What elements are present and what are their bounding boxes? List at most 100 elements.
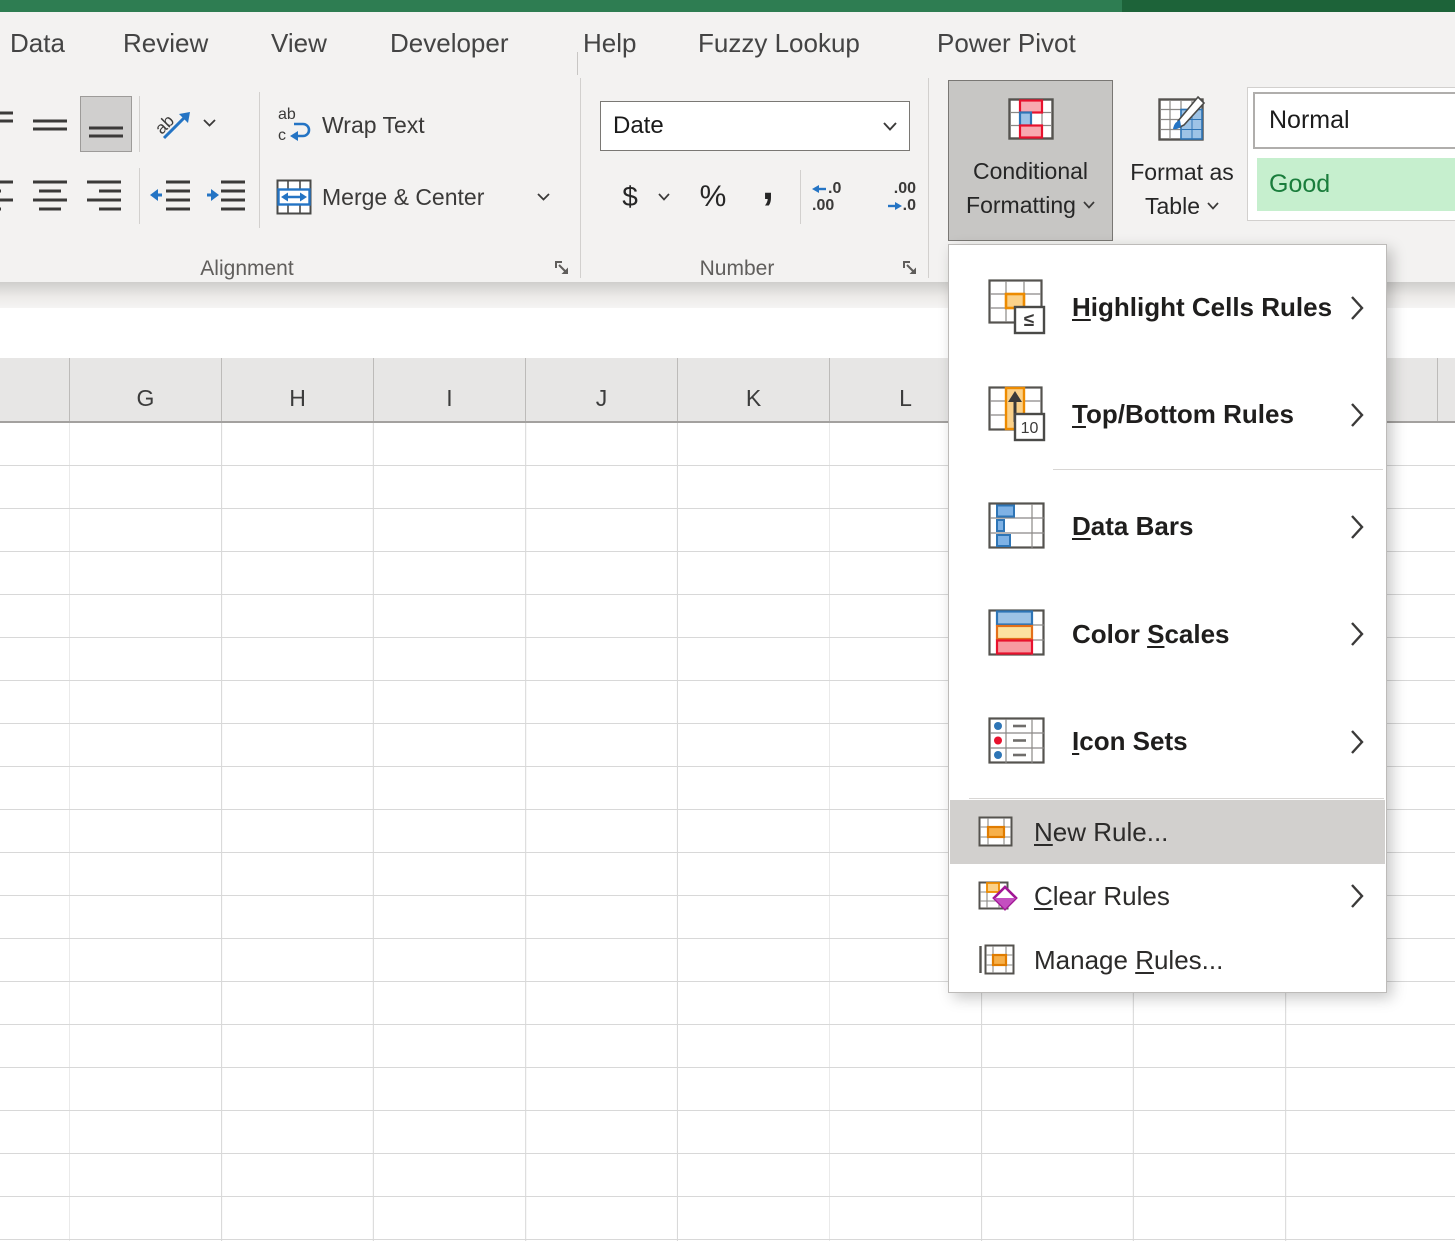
align-bottom-icon <box>87 106 125 142</box>
merge-center-dropdown[interactable] <box>530 184 556 210</box>
tab-group-separator <box>577 52 578 75</box>
submenu-arrow-icon <box>1350 402 1365 428</box>
wrap-text-button[interactable]: ab c Wrap Text <box>276 102 536 148</box>
menu-item-color-scales[interactable]: Color Scales <box>950 580 1385 688</box>
group-separator-number-styles <box>928 78 929 278</box>
tab-data[interactable]: Data <box>10 12 65 74</box>
menu-item-top-bottom-rules[interactable]: 10 Top/Bottom Rules <box>950 361 1385 468</box>
column-header-j-label: J <box>596 385 608 412</box>
tab-fuzzy-lookup[interactable]: Fuzzy Lookup <box>698 12 860 74</box>
manage-rules-icon <box>978 944 1016 976</box>
column-header-k[interactable]: K <box>678 358 830 421</box>
orientation-dropdown[interactable] <box>196 110 222 136</box>
chevron-down-icon <box>1083 201 1095 209</box>
title-bar-accent <box>1122 0 1455 12</box>
align-center-button[interactable] <box>26 170 74 222</box>
decrease-indent-button[interactable] <box>146 170 196 222</box>
arrow-left-icon <box>812 184 827 194</box>
decrease-indent-icon <box>150 177 192 215</box>
merge-center-button[interactable]: Merge & Center <box>276 174 566 220</box>
menu-item-manage-rules[interactable]: Manage Rules... <box>950 928 1385 992</box>
menu-item-label: New Rule... <box>1034 817 1168 848</box>
percent-style-button[interactable]: % <box>690 172 736 222</box>
icon-sets-icon <box>988 717 1048 767</box>
tab-view[interactable]: View <box>271 12 327 74</box>
top-bottom-rules-icon: 10 <box>988 386 1050 444</box>
tab-power-pivot[interactable]: Power Pivot <box>937 12 1076 74</box>
alignment-dialog-launcher[interactable] <box>551 257 573 279</box>
percent-symbol: % <box>700 180 727 214</box>
menu-item-label: Clear Rules <box>1034 881 1170 912</box>
align-right-button[interactable] <box>80 170 128 222</box>
format-as-table-button[interactable]: Format as Table <box>1120 82 1244 240</box>
chevron-down-icon <box>883 122 897 131</box>
align-bottom-button[interactable] <box>80 96 132 152</box>
increase-decimal-bottom: .00 <box>812 197 834 214</box>
align-middle-button[interactable] <box>26 100 74 150</box>
less-equal-badge: ≤ <box>1024 310 1034 331</box>
group-separator-alignment-number <box>580 78 581 278</box>
tab-view-label: View <box>271 28 327 59</box>
column-header-j[interactable]: J <box>526 358 678 421</box>
cell-style-normal-label: Normal <box>1255 106 1350 135</box>
comma-symbol: , <box>762 161 774 209</box>
submenu-arrow-icon <box>1350 295 1365 321</box>
decrease-decimal-button[interactable]: .00 .0 <box>868 172 916 222</box>
conditional-formatting-label-1: Conditional <box>966 154 1095 188</box>
number-dialog-launcher[interactable] <box>899 257 921 279</box>
cell-style-normal[interactable]: Normal <box>1253 92 1455 149</box>
column-header-p-partial[interactable] <box>1438 358 1455 421</box>
color-scales-icon <box>988 609 1048 659</box>
format-as-table-label-2: Table <box>1145 189 1200 223</box>
menu-item-new-rule[interactable]: New Rule... <box>950 800 1385 864</box>
menu-item-label: Icon Sets <box>1072 726 1188 757</box>
increase-indent-button[interactable] <box>201 170 251 222</box>
column-header-l-label: L <box>899 385 912 412</box>
menu-item-label: Color Scales <box>1072 619 1230 650</box>
menu-item-clear-rules[interactable]: Clear Rules <box>950 864 1385 928</box>
column-header-i[interactable]: I <box>374 358 526 421</box>
accounting-format-button[interactable]: $ <box>608 172 652 222</box>
menu-item-highlight-cells-rules[interactable]: ≤ Highlight Cells Rules <box>950 254 1385 361</box>
align-left-button[interactable] <box>0 170 18 222</box>
cell-style-good[interactable]: Good <box>1257 158 1455 211</box>
submenu-arrow-icon <box>1350 621 1365 647</box>
alignment-separator-3 <box>259 92 260 228</box>
submenu-arrow-icon <box>1350 729 1365 755</box>
tab-help[interactable]: Help <box>583 12 636 74</box>
decrease-decimal-bottom: .0 <box>887 197 916 214</box>
column-header-h-label: H <box>289 385 306 412</box>
column-header-partial[interactable] <box>0 358 70 421</box>
increase-decimal-button[interactable]: .0 .00 <box>812 172 860 222</box>
tab-data-label: Data <box>10 28 65 59</box>
tab-help-label: Help <box>583 28 636 59</box>
tab-developer[interactable]: Developer <box>390 12 509 74</box>
align-center-icon <box>31 177 69 215</box>
wrap-text-icon: ab c <box>276 104 312 146</box>
number-format-combobox[interactable]: Date <box>600 101 910 151</box>
wrap-text-label: Wrap Text <box>322 112 425 139</box>
align-right-icon <box>85 177 123 215</box>
menu-separator-1 <box>1053 469 1383 470</box>
arrow-right-icon <box>887 201 902 211</box>
tab-review[interactable]: Review <box>123 12 208 74</box>
column-header-g[interactable]: G <box>70 358 222 421</box>
top-ten-badge: 10 <box>1021 420 1039 437</box>
menu-item-data-bars[interactable]: Data Bars <box>950 473 1385 580</box>
column-header-h[interactable]: H <box>222 358 374 421</box>
conditional-formatting-icon <box>1008 98 1054 140</box>
menu-item-icon-sets[interactable]: Icon Sets <box>950 688 1385 795</box>
accounting-format-dropdown[interactable] <box>652 184 676 210</box>
merge-center-icon <box>276 179 312 215</box>
orientation-icon-text: ab <box>154 111 178 138</box>
alignment-group-label: Alignment <box>140 257 354 281</box>
number-group-label: Number <box>630 257 844 281</box>
conditional-formatting-button[interactable]: Conditional Formatting <box>948 80 1113 241</box>
number-separator <box>800 170 801 224</box>
tab-power-pivot-label: Power Pivot <box>937 28 1076 59</box>
tab-fuzzy-lookup-label: Fuzzy Lookup <box>698 28 860 59</box>
clear-rules-icon <box>978 879 1018 913</box>
comma-style-button[interactable]: , <box>748 160 788 210</box>
wrap-icon-text-top: ab <box>278 106 296 123</box>
align-top-button[interactable] <box>0 100 18 150</box>
